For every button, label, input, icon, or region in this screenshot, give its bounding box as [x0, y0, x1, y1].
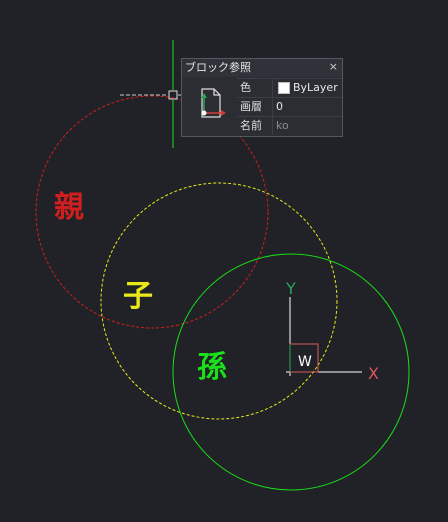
- close-icon[interactable]: ×: [329, 60, 338, 74]
- property-key: 色: [240, 81, 251, 94]
- property-row-color: 色 ByLayer: [237, 78, 342, 97]
- block-reference-icon: [188, 83, 232, 127]
- tooltip-title-bar: ブロック参照 ×: [182, 59, 342, 77]
- ucs-icon: Y X W: [285, 279, 379, 383]
- ucs-y-label: Y: [285, 279, 296, 298]
- property-key: 画層: [240, 100, 262, 113]
- child-label: 子: [123, 279, 153, 314]
- ucs-x-label: X: [368, 364, 379, 383]
- property-value-text: 0: [276, 100, 283, 113]
- properties-table: 色 ByLayer 画層 0 名前 ko: [237, 78, 342, 135]
- color-swatch: [278, 82, 290, 94]
- crosshair-cursor: [120, 40, 184, 148]
- property-row-name: 名前 ko: [237, 116, 342, 135]
- block-reference-tooltip: ブロック参照 × 色 ByLayer 画層 0 名前 ko: [181, 58, 343, 137]
- property-value: ko: [272, 117, 343, 135]
- grandchild-label: 孫: [197, 350, 227, 385]
- tooltip-title: ブロック参照: [185, 61, 251, 74]
- property-row-layer: 画層 0: [237, 97, 342, 116]
- property-value-text: ByLayer: [293, 81, 338, 94]
- property-value-text: ko: [276, 119, 289, 132]
- parent-label: 親: [54, 190, 84, 225]
- property-value: ByLayer: [272, 79, 343, 97]
- ucs-w-label: W: [298, 354, 312, 370]
- property-value: 0: [272, 98, 343, 116]
- property-key: 名前: [240, 119, 262, 132]
